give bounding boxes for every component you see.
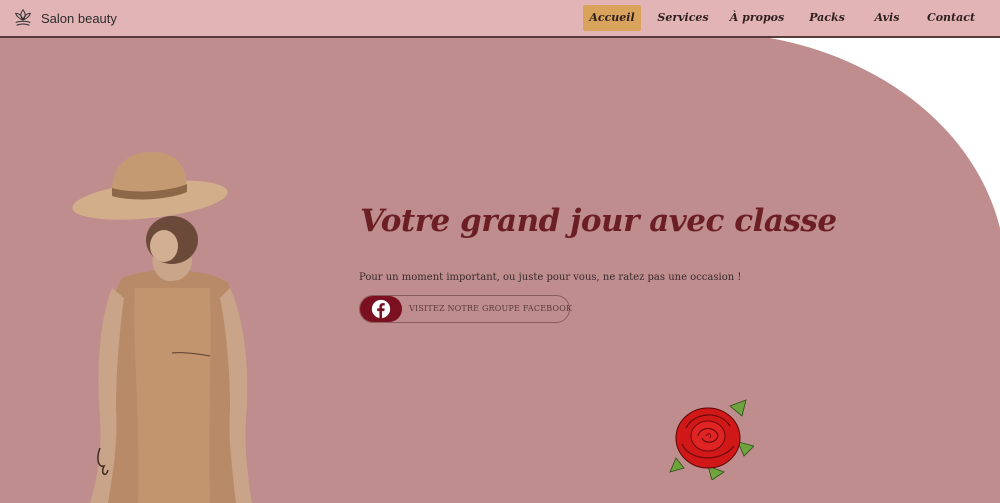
lotus-logo-icon [14,8,32,26]
nav-item-a-propos[interactable]: À propos [728,5,786,31]
facebook-group-button[interactable]: VISITEZ NOTRE GROUPE FACEBOOK [359,295,573,323]
woman-in-hat-image [72,151,252,503]
nav-item-avis[interactable]: Avis [866,5,908,31]
top-navbar: Salon beauty Accueil Services À propos P… [0,0,1000,38]
brand-name: Salon beauty [41,10,117,26]
brand[interactable]: Salon beauty [12,6,117,30]
facebook-button-label: VISITEZ NOTRE GROUPE FACEBOOK [409,304,573,313]
nav-item-services[interactable]: Services [654,5,712,31]
hero-title: Votre grand jour avec classe [360,203,837,239]
red-rose-image [669,399,754,480]
nav-item-accueil[interactable]: Accueil [583,5,641,31]
facebook-icon [371,299,391,319]
facebook-icon-pill [360,296,402,322]
nav-item-contact[interactable]: Contact [922,5,980,31]
nav-item-packs[interactable]: Packs [803,5,851,31]
hero-subtitle: Pour un moment important, ou juste pour … [359,272,742,283]
